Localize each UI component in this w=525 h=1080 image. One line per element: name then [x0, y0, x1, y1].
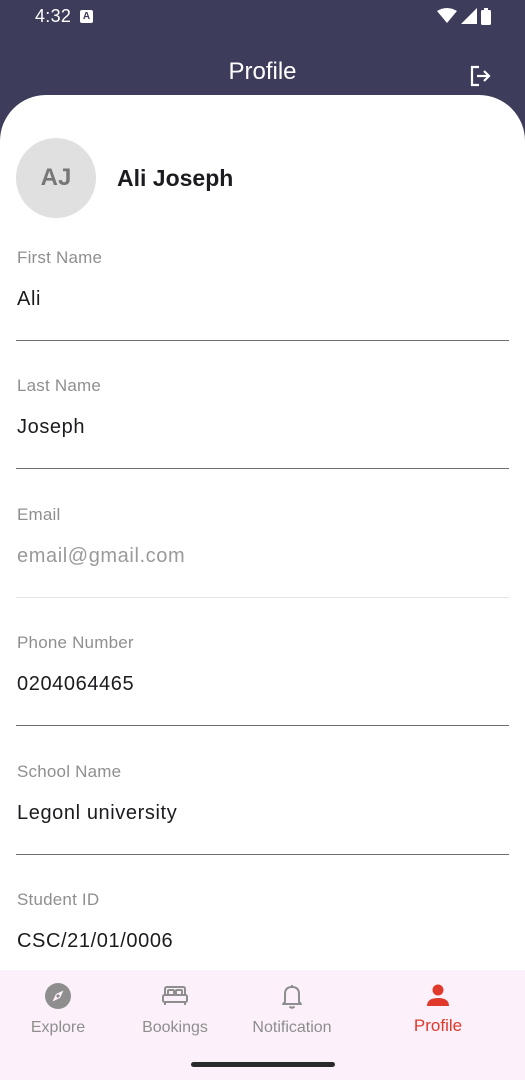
school-field: School Name [16, 762, 509, 878]
status-icons [437, 7, 491, 25]
email-underline [16, 597, 509, 598]
nav-label-profile: Profile [413, 1016, 463, 1035]
school-underline [16, 854, 509, 855]
first-name-underline [16, 340, 509, 341]
compass-icon [45, 983, 71, 1009]
nav-item-bookings[interactable]: Bookings [125, 970, 225, 1050]
home-indicator[interactable] [191, 1062, 335, 1067]
profile-name: Ali Joseph [117, 164, 234, 191]
person-icon [427, 984, 449, 1006]
nav-label-bookings: Bookings [142, 1019, 208, 1036]
nav-label-explore: Explore [30, 1019, 86, 1036]
email-label: Email [17, 505, 61, 524]
signal-icon [461, 8, 477, 24]
avatar[interactable]: AJ [16, 138, 96, 218]
text-a-icon: A [80, 10, 93, 23]
status-bar: 4:32 A [0, 0, 525, 34]
nav-item-profile[interactable]: Profile [388, 970, 488, 1050]
phone-input[interactable] [17, 673, 507, 696]
student-id-label: Student ID [17, 890, 100, 909]
bottom-navigation: Explore Bookings Notification Profile [0, 970, 525, 1080]
last-name-field: Last Name [16, 376, 509, 492]
logout-icon [470, 65, 491, 87]
phone-label: Phone Number [17, 633, 134, 652]
school-input[interactable] [17, 802, 507, 825]
first-name-label: First Name [17, 248, 103, 267]
last-name-label: Last Name [17, 376, 102, 395]
bell-icon [282, 985, 302, 1009]
student-id-input[interactable] [17, 930, 507, 953]
email-input[interactable] [17, 545, 507, 568]
nav-item-notification[interactable]: Notification [242, 970, 342, 1050]
nav-item-explore[interactable]: Explore [8, 970, 108, 1050]
wifi-icon [437, 8, 457, 23]
last-name-input[interactable] [17, 416, 507, 439]
nav-label-notification: Notification [252, 1019, 332, 1036]
last-name-underline [16, 468, 509, 469]
status-time: 4:32 [35, 6, 72, 26]
phone-field: Phone Number [16, 633, 509, 749]
first-name-input[interactable] [17, 288, 507, 311]
profile-header: AJ Ali Joseph [16, 138, 233, 218]
battery-icon [481, 7, 491, 25]
phone-underline [16, 725, 509, 726]
profile-sheet: AJ Ali Joseph First Name Last Name Email… [0, 95, 525, 970]
school-label: School Name [17, 762, 122, 781]
email-field: Email [16, 505, 509, 621]
logout-button[interactable] [466, 62, 494, 90]
student-id-field: Student ID [16, 890, 509, 970]
page-title: Profile [228, 58, 297, 85]
bed-icon [162, 986, 188, 1005]
first-name-field: First Name [16, 248, 509, 364]
